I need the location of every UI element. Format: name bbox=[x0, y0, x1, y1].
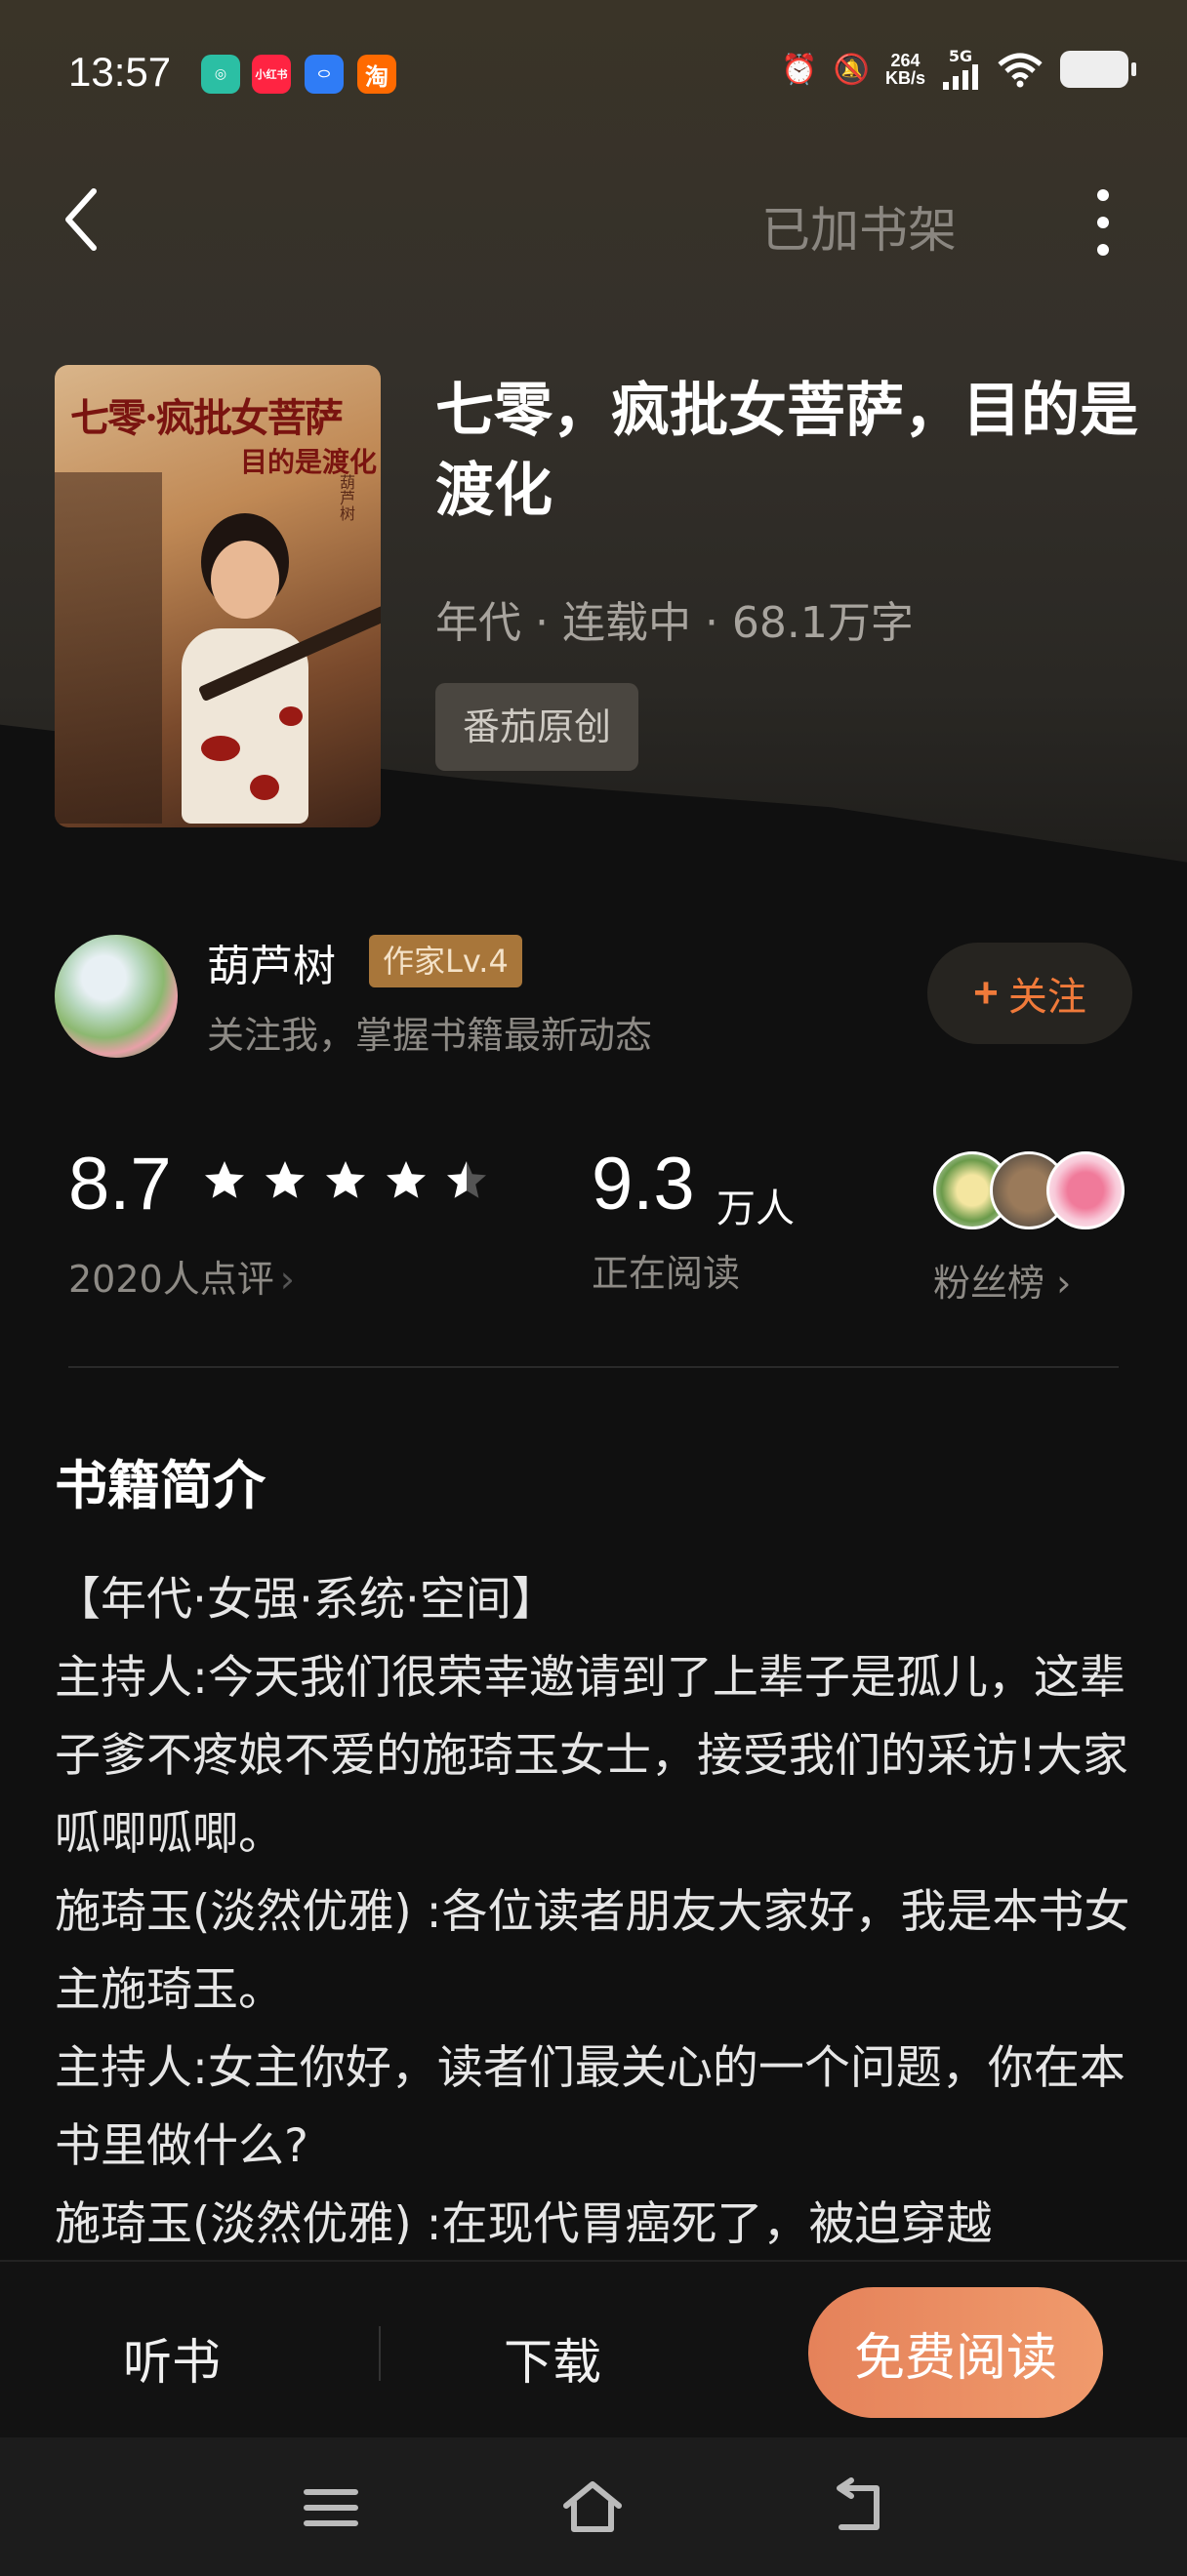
cover-title: 七零·疯批女菩萨 bbox=[70, 395, 344, 441]
star-icon bbox=[205, 1161, 244, 1198]
battery-icon bbox=[1060, 51, 1136, 88]
chevron-right-icon: › bbox=[279, 1258, 295, 1301]
home-icon bbox=[563, 2481, 622, 2532]
menu-icon bbox=[304, 2489, 358, 2526]
home-nav-button[interactable] bbox=[558, 2476, 627, 2539]
rating-score: 8.7 bbox=[68, 1143, 172, 1226]
added-to-shelf-button[interactable]: 已加书架 bbox=[761, 191, 957, 262]
free-read-button[interactable]: 免费阅读 bbox=[808, 2287, 1103, 2418]
more-menu-button[interactable] bbox=[1088, 183, 1118, 262]
author-subtitle: 关注我，掌握书籍最新动态 bbox=[207, 1014, 653, 1057]
star-icon bbox=[266, 1161, 305, 1198]
publisher-tag[interactable]: 番茄原创 bbox=[435, 683, 639, 771]
fan-avatars[interactable] bbox=[933, 1151, 1128, 1229]
book-meta: 年代 · 连载中 · 68.1万字 bbox=[435, 598, 914, 648]
divider bbox=[379, 2326, 381, 2381]
follow-button[interactable]: + 关注 bbox=[927, 943, 1132, 1044]
book-title: 七零，疯批女菩萨，目的是渡化 bbox=[435, 377, 1138, 525]
alarm-icon: ⏰ bbox=[781, 52, 818, 87]
status-time: 13:57 bbox=[68, 49, 172, 95]
intro-text[interactable]: 【年代·女强·系统·空间】 主持人:今天我们很荣幸邀请到了上辈子是孤儿，这辈子爹… bbox=[55, 1561, 1138, 2244]
bottom-action-bar: 听书 下载 免费阅读 bbox=[0, 2260, 1187, 2439]
menu-nav-button[interactable] bbox=[297, 2476, 365, 2539]
star-icon bbox=[387, 1161, 426, 1198]
half-star-icon bbox=[447, 1161, 486, 1198]
readers-unit: 万人 bbox=[716, 1187, 795, 1231]
author-level-badge: 作家Lv.4 bbox=[369, 935, 522, 987]
pill-app-icon: ⬭ bbox=[305, 55, 344, 94]
signal-icon: 5G bbox=[941, 49, 980, 90]
rating-stars bbox=[201, 1157, 490, 1204]
listen-button[interactable]: 听书 bbox=[117, 2322, 226, 2395]
taobao-app-icon: 淘 bbox=[357, 55, 396, 94]
back-button[interactable] bbox=[61, 185, 100, 254]
xiaohongshu-app-icon: 小红书 bbox=[252, 55, 291, 94]
cover-author: 葫芦树 bbox=[337, 474, 355, 521]
fans-ranking-link[interactable]: 粉丝榜 › bbox=[933, 1253, 1071, 1307]
chevron-right-icon: › bbox=[1056, 1262, 1072, 1305]
status-bar: 13:57 ◎ 小红书 ⬭ 淘 ⏰ 🔕 264 KB/s 5G bbox=[0, 0, 1187, 146]
readers-label: 正在阅读 bbox=[592, 1252, 741, 1295]
divider bbox=[68, 1366, 1119, 1368]
author-avatar[interactable] bbox=[55, 935, 178, 1058]
wifi-icon bbox=[998, 53, 1043, 88]
star-icon bbox=[326, 1161, 365, 1198]
download-button[interactable]: 下载 bbox=[498, 2322, 607, 2395]
intro-title: 书籍简介 bbox=[55, 1455, 266, 1516]
chevron-left-icon bbox=[65, 188, 97, 251]
rating-count-link[interactable]: 2020人点评 › bbox=[68, 1249, 295, 1303]
plus-icon: + bbox=[973, 969, 999, 1017]
back-arrow-icon bbox=[837, 2477, 880, 2530]
mute-icon: 🔕 bbox=[833, 52, 870, 87]
system-nav-bar bbox=[0, 2437, 1187, 2576]
back-nav-button[interactable] bbox=[822, 2476, 890, 2539]
fan-avatar bbox=[1046, 1151, 1125, 1229]
author-name[interactable]: 葫芦树 bbox=[207, 931, 336, 993]
book-cover[interactable]: 七零·疯批女菩萨 目的是渡化 葫芦树 bbox=[55, 365, 381, 827]
readers-count: 9.3 bbox=[592, 1143, 695, 1226]
leaf-app-icon: ◎ bbox=[201, 55, 240, 94]
net-speed: 264 KB/s bbox=[884, 51, 925, 88]
